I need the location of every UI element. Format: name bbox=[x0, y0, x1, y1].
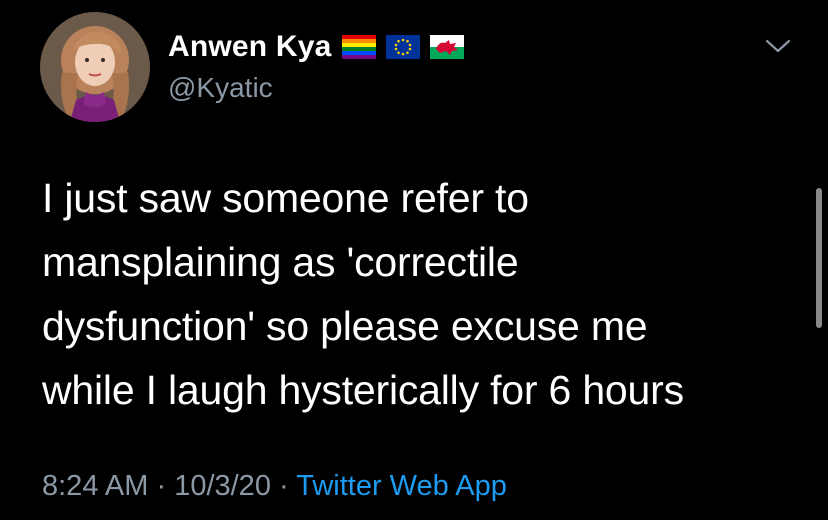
chevron-down-icon[interactable] bbox=[764, 36, 792, 56]
tweet-time[interactable]: 8:24 AM bbox=[42, 470, 148, 502]
tweet-meta: 8:24 AM · 10/3/20 · Twitter Web App bbox=[42, 470, 507, 503]
meta-separator: · bbox=[270, 470, 297, 502]
avatar[interactable] bbox=[40, 12, 150, 122]
tweet-line: mansplaining as 'correctile bbox=[42, 239, 519, 285]
scrollbar[interactable] bbox=[816, 188, 822, 328]
eu-flag-icon bbox=[385, 35, 420, 59]
tweet-line: I just saw someone refer to bbox=[42, 175, 529, 221]
display-name-row: Anwen Kya bbox=[168, 27, 464, 67]
display-name[interactable]: Anwen Kya bbox=[168, 30, 332, 64]
handle[interactable]: @Kyatic bbox=[168, 72, 273, 104]
tweet-date[interactable]: 10/3/20 bbox=[174, 470, 271, 502]
tweet-line: while I laugh hysterically for 6 hours bbox=[42, 367, 684, 413]
tweet-line: dysfunction' so please excuse me bbox=[42, 303, 648, 349]
meta-separator: · bbox=[148, 470, 175, 502]
tweet-source-link[interactable]: Twitter Web App bbox=[296, 470, 507, 502]
tweet-text: I just saw someone refer to mansplaining… bbox=[42, 166, 802, 422]
wales-flag-icon bbox=[429, 35, 464, 59]
rainbow-flag-icon bbox=[341, 35, 376, 59]
